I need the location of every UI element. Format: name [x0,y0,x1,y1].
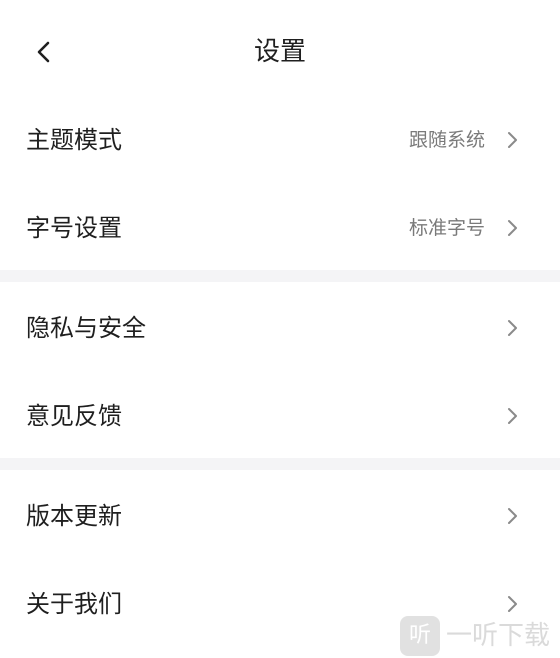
chevron-right-icon [504,219,520,237]
font-size-value: 标准字号 [408,217,485,239]
top-bar: 设置 [0,0,560,100]
font-size-row[interactable]: 字号设置 标准字号 [0,184,560,272]
chevron-right-icon [504,131,520,149]
version-update-row[interactable]: 版本更新 [0,472,560,560]
chevron-right-icon [504,507,520,525]
feedback-label: 意见反馈 [26,402,122,430]
watermark: 听 一听下载 [400,614,560,658]
watermark-logo: 听 [400,616,440,656]
version-update-label: 版本更新 [26,502,122,530]
section-divider [0,270,560,282]
privacy-security-row[interactable]: 隐私与安全 [0,284,560,372]
page-title: 设置 [253,37,306,67]
settings-group-display: 主题模式 跟随系统 字号设置 标准字号 [0,96,560,270]
theme-mode-value: 跟随系统 [408,129,485,151]
section-divider [0,458,560,470]
theme-mode-label: 主题模式 [26,126,122,154]
about-us-label: 关于我们 [26,590,122,618]
chevron-right-icon [504,595,520,613]
chevron-right-icon [504,407,520,425]
watermark-text: 一听下载 [446,621,551,651]
chevron-right-icon [504,319,520,337]
font-size-label: 字号设置 [26,214,122,242]
feedback-row[interactable]: 意见反馈 [0,372,560,460]
settings-group-privacy: 隐私与安全 意见反馈 [0,282,560,458]
theme-mode-row[interactable]: 主题模式 跟随系统 [0,96,560,184]
privacy-security-label: 隐私与安全 [26,314,146,342]
